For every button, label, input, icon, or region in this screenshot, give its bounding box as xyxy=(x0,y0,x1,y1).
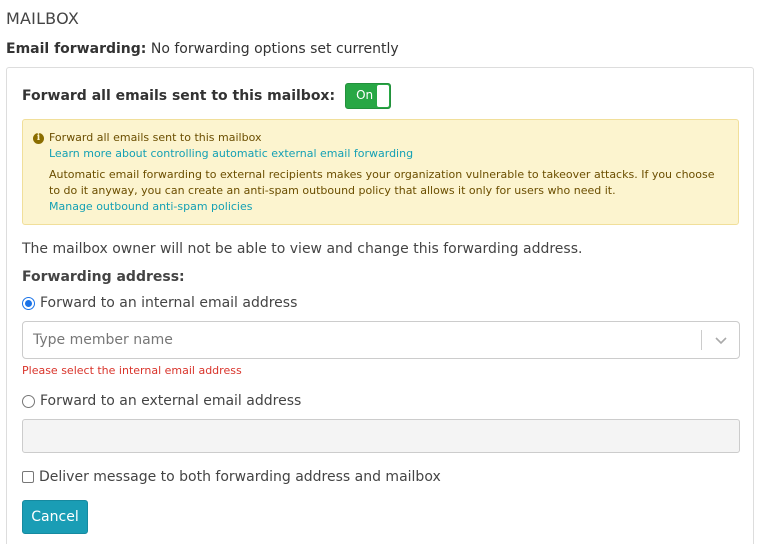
email-forwarding-value: No forwarding options set currently xyxy=(150,41,399,57)
member-name-select[interactable]: Type member name xyxy=(22,321,740,359)
owner-note: The mailbox owner will not be able to vi… xyxy=(22,241,583,257)
forwarding-warning-box: i Forward all emails sent to this mailbo… xyxy=(22,119,739,225)
chevron-down-icon[interactable] xyxy=(713,332,729,348)
forwarding-panel: Forward all emails sent to this mailbox:… xyxy=(6,67,754,544)
deliver-both-checkbox[interactable] xyxy=(22,471,34,483)
internal-address-label: Forward to an internal email address xyxy=(40,295,298,311)
info-icon: i xyxy=(33,133,44,144)
toggle-state-label: On xyxy=(356,88,374,102)
internal-address-option[interactable]: Forward to an internal email address xyxy=(22,295,297,311)
internal-address-error: Please select the internal email address xyxy=(22,364,242,377)
cancel-button[interactable]: Cancel xyxy=(22,500,88,534)
external-address-option[interactable]: Forward to an external email address xyxy=(22,393,301,409)
warning-body: Automatic email forwarding to external r… xyxy=(49,168,715,197)
forward-all-row: Forward all emails sent to this mailbox:… xyxy=(22,83,392,109)
internal-address-radio[interactable] xyxy=(22,296,35,310)
external-address-input[interactable] xyxy=(22,419,740,453)
toggle-knob xyxy=(377,85,390,107)
manage-policies-link[interactable]: Manage outbound anti-spam policies xyxy=(49,199,252,215)
deliver-both-option[interactable]: Deliver message to both forwarding addre… xyxy=(22,469,441,485)
forwarding-address-label: Forwarding address: xyxy=(22,269,185,285)
member-name-placeholder: Type member name xyxy=(33,332,173,348)
select-separator xyxy=(701,330,702,350)
page-title: MAILBOX xyxy=(6,9,80,28)
external-address-label: Forward to an external email address xyxy=(40,393,302,409)
warning-title: Forward all emails sent to this mailbox xyxy=(49,131,262,144)
forward-all-label: Forward all emails sent to this mailbox: xyxy=(22,88,336,104)
deliver-both-label: Deliver message to both forwarding addre… xyxy=(39,469,441,485)
forward-all-toggle[interactable]: On xyxy=(345,83,392,109)
email-forwarding-status: Email forwarding: No forwarding options … xyxy=(6,41,399,57)
learn-more-link[interactable]: Learn more about controlling automatic e… xyxy=(49,146,413,162)
external-address-radio[interactable] xyxy=(22,394,35,408)
email-forwarding-label: Email forwarding: xyxy=(6,41,147,57)
